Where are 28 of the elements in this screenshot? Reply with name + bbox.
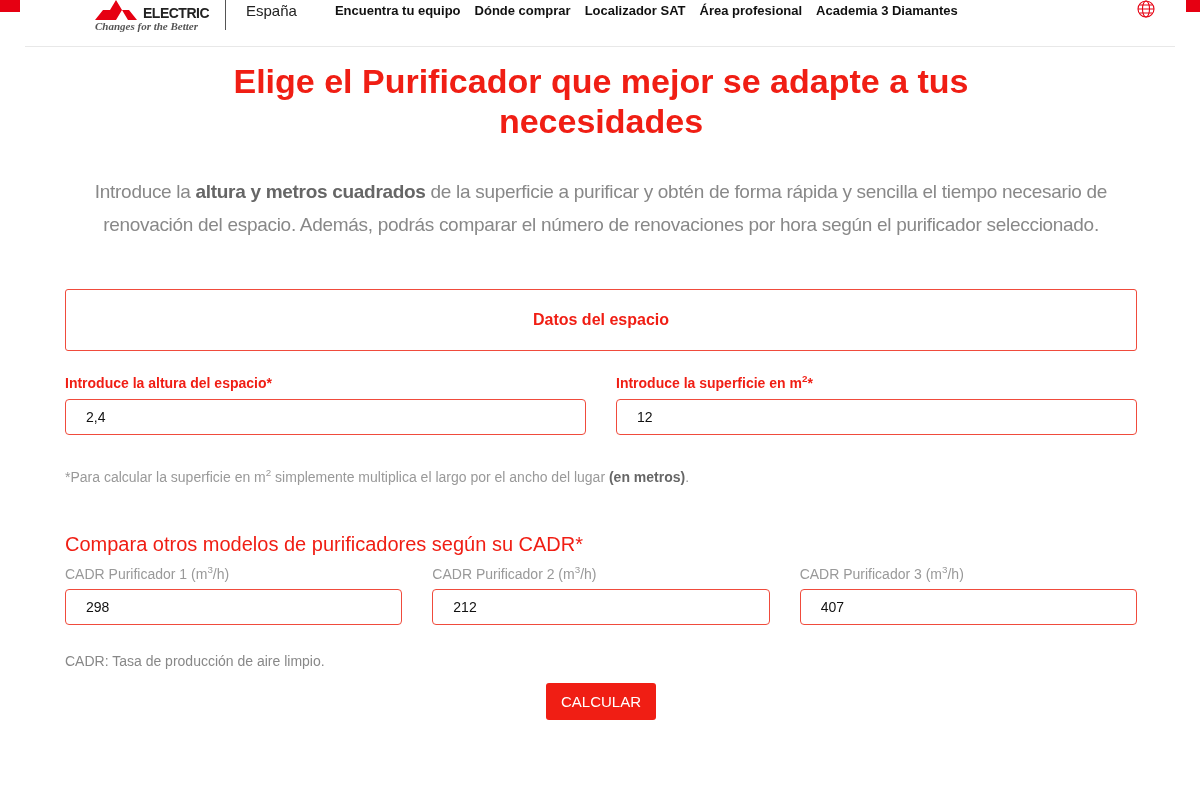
input-field[interactable]: 2,4 (65, 399, 586, 435)
input-field[interactable]: 407 (799, 589, 1137, 625)
nav-link[interactable]: Área profesional (699, 2, 803, 18)
corner-block (0, 0, 20, 12)
calculate-button[interactable]: CALCULAR (546, 683, 656, 720)
section-header: Datos del espacio (65, 289, 1137, 351)
field-label: CADR Purificador 3 (m$^{3}$/h) (799, 566, 965, 582)
input-field[interactable]: 212 (432, 589, 770, 625)
input-field[interactable]: 12 (616, 399, 1137, 435)
country-label[interactable]: España (246, 1, 297, 19)
field-label: CADR Purificador 1 (m$^{3}$/h) (65, 566, 231, 582)
footnote: *Para calcular la superficie en m$^{2}$ simplemente multiplica el largo por el ancho del lugar (en metros). (65, 469, 691, 485)
page-title: Elige el Purificador que mejor se adapte a tus necesidades (232, 61, 970, 141)
corner-block (1186, 0, 1200, 12)
logo-tagline: Changes for the Better (95, 20, 199, 32)
nav-link[interactable]: Localizador SAT (584, 2, 686, 18)
cadr-note: CADR: Tasa de producción de aire limpio. (65, 653, 326, 669)
intro-paragraph: Introduce la altura y metros cuadrados de la superficie a purificar y obtén de forma rápida y sencilla el tiempo necesario de renovación del espacio. Además, podrás comparar el número de renovaciones por hora según el purificador seleccionado. (93, 180, 1109, 237)
field-label: CADR Purificador 2 (m$^{3}$/h) (432, 566, 598, 582)
nav-link[interactable]: Dónde comprar (474, 2, 571, 18)
input-field[interactable]: 298 (65, 589, 403, 625)
nav-link[interactable]: Encuentra tu equipo (334, 2, 461, 18)
compare-heading: Compara otros modelos de purificadores según su CADR* (65, 533, 585, 556)
nav-link[interactable]: Academia 3 Diamantes (816, 2, 958, 18)
logo-wordmark: ELECTRIC (143, 6, 209, 20)
globe-icon[interactable] (1137, 0, 1155, 18)
field-label: Introduce la altura del espacio* (65, 375, 273, 391)
field-label: Introduce la superficie en m$^{2}$* (616, 375, 814, 391)
